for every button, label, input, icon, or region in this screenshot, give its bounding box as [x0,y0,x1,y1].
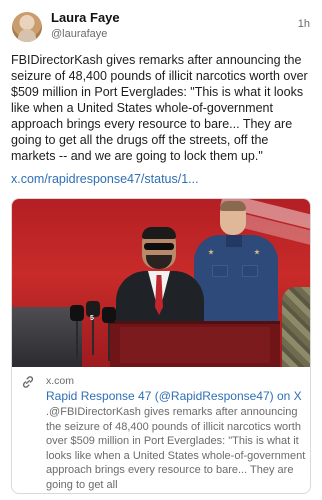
avatar[interactable] [12,12,42,42]
microphones: 5 [64,299,144,361]
link-preview-meta[interactable]: x.com Rapid Response 47 (@RapidResponse4… [12,367,310,493]
post-text: FBIDirectorKash gives remarks after anno… [11,53,308,163]
post-timestamp[interactable]: 1h [298,18,310,30]
speaker-sunglasses [144,243,174,250]
link-preview-description: .@FBIDirectorKash gives remarks after an… [46,406,306,491]
microphone [70,305,84,321]
link-preview-domain: x.com [46,375,75,387]
soldier-figure [282,287,310,367]
post: Laura Faye @laurafaye 1h FBIDirectorKash… [0,0,322,500]
officer-pocket [242,265,258,277]
microphone [102,307,116,323]
mic-pole [76,319,78,359]
link-preview-card[interactable]: 5 x.com Rapid Response 47 (@RapidRespons… [11,198,311,494]
mic-flag-label: 5 [90,315,94,322]
link-icon [22,376,34,388]
speaker-hair [142,227,176,239]
officer-collar [226,235,242,247]
officer-hair [220,201,246,211]
link-preview-title[interactable]: Rapid Response 47 (@RapidResponse47) on … [46,389,304,403]
mic-pole [108,321,110,361]
officer-pocket [212,265,228,277]
author-display-name[interactable]: Laura Faye [51,10,120,25]
post-link[interactable]: x.com/rapidresponse47/status/1... [11,172,199,186]
author-handle[interactable]: @laurafaye [51,28,107,40]
link-preview-image[interactable]: 5 [12,199,310,367]
